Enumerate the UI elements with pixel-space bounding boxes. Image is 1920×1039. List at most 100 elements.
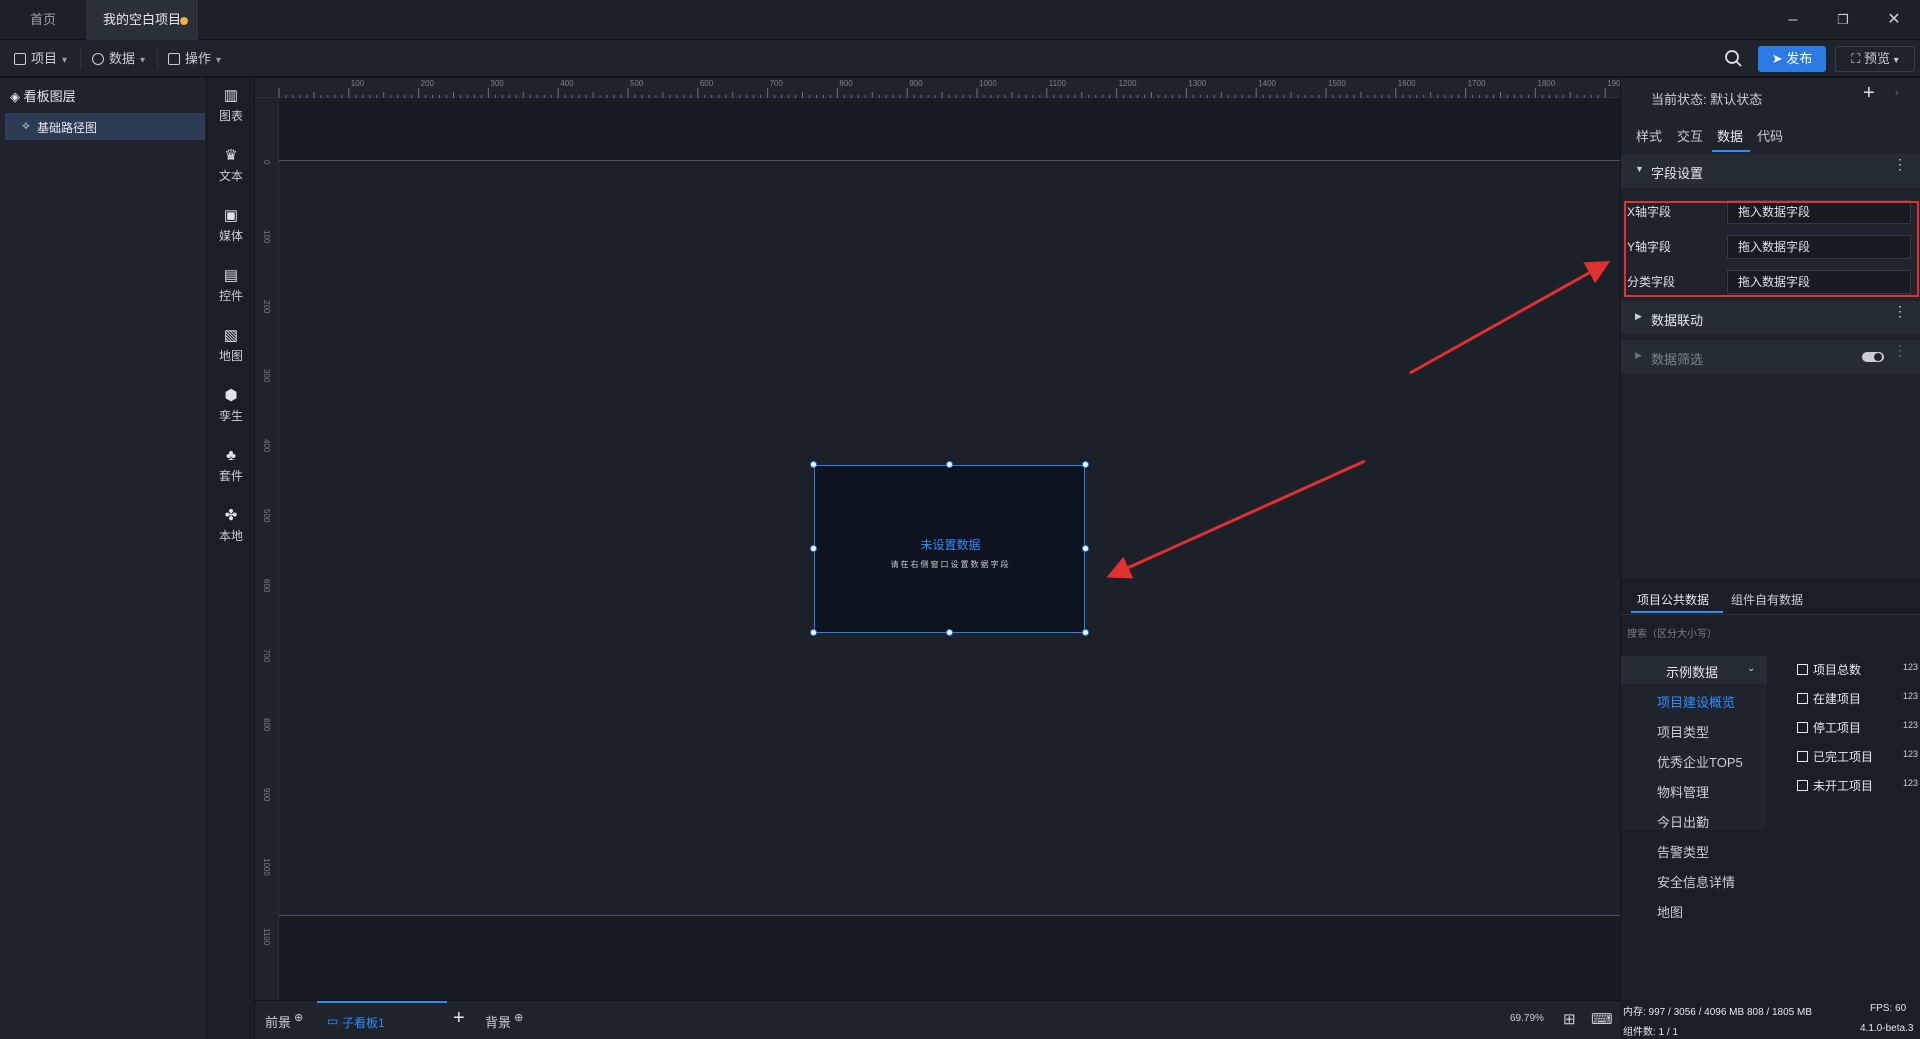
search-icon[interactable] <box>1724 49 1742 67</box>
checkbox[interactable] <box>1797 780 1808 791</box>
data-filter-section[interactable]: ▶ 数据筛选 ⋮ <box>1621 340 1920 374</box>
data-linkage-section[interactable]: ▶ 数据联动 ⋮ <box>1621 300 1920 334</box>
tool-twin-label: 孪生 <box>218 409 243 423</box>
resize-handle-se[interactable] <box>1082 629 1089 636</box>
dataset-select[interactable]: 示例数据 ⌄ <box>1621 656 1767 684</box>
resize-handle-sw[interactable] <box>810 629 817 636</box>
field-settings-section[interactable]: ▼ 字段设置 ⋮ <box>1621 154 1920 188</box>
add-board-icon[interactable]: + <box>453 1007 465 1030</box>
menu-project[interactable]: 项目 ▾ <box>14 40 67 77</box>
dataset-item[interactable]: 告警类型 <box>1657 842 1709 861</box>
ruler-label: 1500 <box>1328 79 1346 88</box>
resize-handle-s[interactable] <box>946 629 953 636</box>
tab-public-data[interactable]: 项目公共数据 <box>1637 591 1709 608</box>
tool-control[interactable]: ▤ 控件 <box>207 268 255 304</box>
current-state: 当前状态: 默认状态 <box>1651 92 1763 107</box>
restore-icon[interactable]: ❐ <box>1831 8 1855 32</box>
add-circle-icon[interactable]: ⊕ <box>511 1012 523 1024</box>
tab-foreground[interactable]: 前景 ⊕ <box>265 1012 303 1031</box>
publish-button[interactable]: ➤ 发布 <box>1758 46 1826 72</box>
dataset-item[interactable]: 优秀企业TOP5 <box>1657 752 1743 771</box>
stage-bottom-edge <box>279 915 1620 916</box>
checkbox[interactable] <box>1797 722 1808 733</box>
dataset-item[interactable]: 项目类型 <box>1657 722 1709 741</box>
data-field-item[interactable]: 未开工项目 <box>1797 777 1873 794</box>
ruler-label: 0 <box>262 160 271 165</box>
tab-code[interactable]: 代码 <box>1757 126 1783 145</box>
minimize-icon[interactable]: – <box>1781 8 1805 32</box>
tab-subboard[interactable]: ▭ 子看板1 <box>317 1001 447 1039</box>
tab-home[interactable]: 首页 <box>0 0 86 40</box>
dataset-item[interactable]: 今日出勤 <box>1657 812 1709 831</box>
dataset-item[interactable]: 安全信息详情 <box>1657 872 1735 891</box>
ruler-label: 1000 <box>262 858 271 876</box>
tool-local[interactable]: ✤ 本地 <box>207 508 255 544</box>
zoom-level[interactable]: 69.79% <box>1510 1013 1544 1024</box>
tool-text[interactable]: ♛ 文本 <box>207 148 255 184</box>
data-field-label: 未开工项目 <box>1813 779 1874 793</box>
resize-handle-w[interactable] <box>810 545 817 552</box>
data-field-label: 项目总数 <box>1813 663 1862 677</box>
toggle-knob <box>1874 353 1882 361</box>
close-icon[interactable]: ✕ <box>1882 8 1906 32</box>
tab-background[interactable]: 背景 ⊕ <box>485 1012 523 1031</box>
data-search-input[interactable]: 搜索（区分大小写） <box>1627 622 1915 648</box>
board-tabs-bar: 前景 ⊕ ▭ 子看板1 + 背景 ⊕ 69.79% ⊞ ⌨ <box>255 1000 1620 1039</box>
tab-style[interactable]: 样式 <box>1636 126 1662 145</box>
menu-operate[interactable]: 操作 ▾ <box>168 40 221 77</box>
toolbar: 项目 ▾ 数据 ▾ 操作 ▾ <box>0 40 1920 77</box>
fit-screen-icon[interactable]: ⊞ <box>1563 1010 1576 1028</box>
caret-down-icon: ▼ <box>1635 164 1644 174</box>
tool-chart-label: 图表 <box>218 109 243 123</box>
dataset-item[interactable]: 地图 <box>1657 902 1683 921</box>
map-icon: ▧ <box>223 327 239 344</box>
data-field-item[interactable]: 在建项目 <box>1797 690 1861 707</box>
chevron-down-icon: ▾ <box>216 55 222 66</box>
add-circle-icon[interactable]: ⊕ <box>291 1012 303 1024</box>
data-field-item[interactable]: 已完工项目 <box>1797 748 1873 765</box>
data-field-item[interactable]: 停工项目 <box>1797 719 1861 736</box>
ruler-label: 1700 <box>1467 79 1486 88</box>
layer-item[interactable]: ⟡ 基础路径图 <box>5 113 205 140</box>
menu-data[interactable]: 数据 ▾ <box>92 40 145 77</box>
resize-handle-e[interactable] <box>1082 545 1089 552</box>
resize-handle-n[interactable] <box>946 461 953 468</box>
tool-chart[interactable]: ▥ 图表 <box>207 88 255 124</box>
memory-usage: 内存: 997 / 3056 / 4096 MB 808 / 1805 MB <box>1623 1007 1813 1018</box>
tool-media[interactable]: ▣ 媒体 <box>207 208 255 244</box>
more-vertical-icon[interactable]: ⋮ <box>1893 304 1907 318</box>
more-vertical-icon[interactable]: ⋮ <box>1893 157 1907 171</box>
filter-toggle[interactable] <box>1862 352 1884 362</box>
divider <box>1621 614 1920 615</box>
resize-handle-nw[interactable] <box>810 461 817 468</box>
dataset-item[interactable]: 物料管理 <box>1657 782 1709 801</box>
dataset-select-label: 示例数据 <box>1666 665 1719 680</box>
checkbox[interactable] <box>1797 664 1808 675</box>
path-chart-widget[interactable]: 未设置数据 请在右侧窗口设置数据字段 <box>814 465 1085 633</box>
tab-own-data[interactable]: 组件自有数据 <box>1731 591 1803 608</box>
bar-chart-icon: ▥ <box>223 87 239 104</box>
tab-data[interactable]: 数据 <box>1717 126 1743 145</box>
checkbox[interactable] <box>1797 751 1808 762</box>
more-vertical-icon[interactable]: ⋮ <box>1893 343 1907 357</box>
chevron-right-icon[interactable]: › <box>1895 87 1899 99</box>
checkbox[interactable] <box>1797 693 1808 704</box>
ruler-label: 100 <box>262 229 271 244</box>
data-field-label: 在建项目 <box>1813 692 1862 706</box>
menu-project-label: 项目 <box>31 51 58 66</box>
resize-handle-ne[interactable] <box>1082 461 1089 468</box>
add-state-icon[interactable]: + <box>1863 82 1875 105</box>
menu-operate-label: 操作 <box>185 51 212 66</box>
preview-button[interactable]: ⛶ 预览 ▾ <box>1835 46 1915 72</box>
data-field-item[interactable]: 项目总数 <box>1797 661 1861 678</box>
keyboard-icon[interactable]: ⌨ <box>1591 1010 1613 1028</box>
tool-map[interactable]: ▧ 地图 <box>207 328 255 364</box>
tab-interaction[interactable]: 交互 <box>1677 126 1703 145</box>
tool-twin[interactable]: ⬢ 孪生 <box>207 388 255 424</box>
field-settings-title: 字段设置 <box>1651 166 1704 181</box>
number-type-icon: 123 <box>1903 749 1919 759</box>
text-icon: ♛ <box>224 147 238 164</box>
data-source-panel: 项目公共数据 组件自有数据 搜索（区分大小写） 示例数据 ⌄ 项目建设概览 项目… <box>1621 578 1920 1000</box>
dataset-item[interactable]: 项目建设概览 <box>1657 692 1735 711</box>
tool-kit[interactable]: ♣ 套件 <box>207 448 255 484</box>
